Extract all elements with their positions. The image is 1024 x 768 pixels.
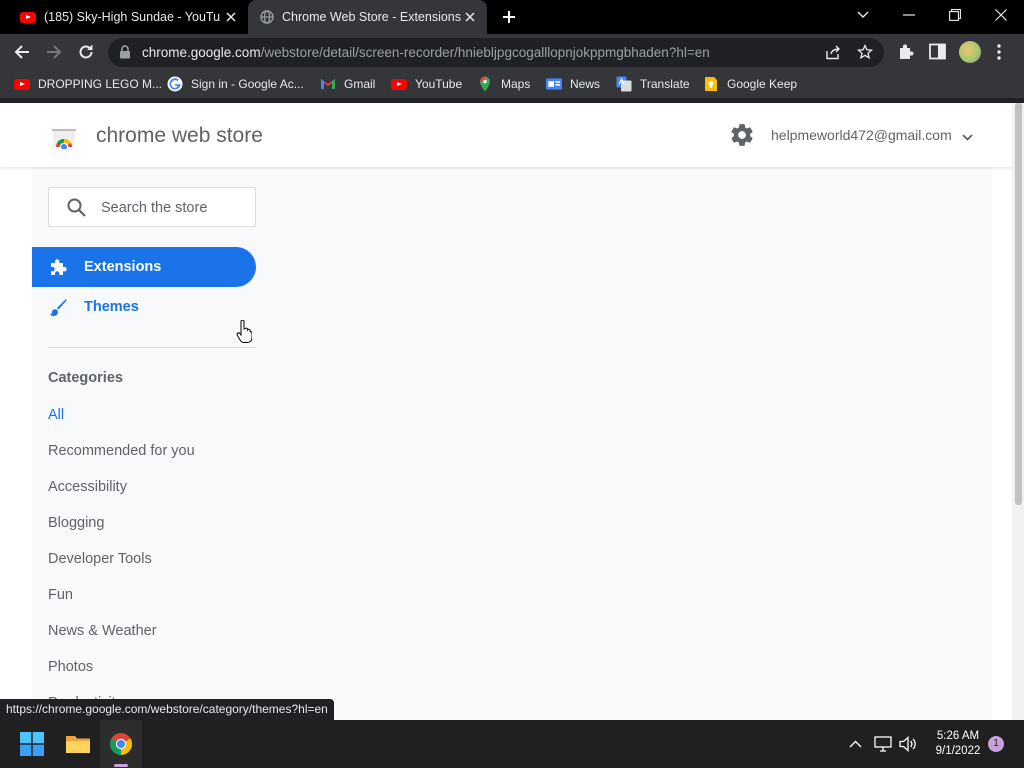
nav-extensions[interactable]: Extensions [32,247,256,287]
bookmark-google-signin[interactable]: Sign in - Google Ac... [167,70,304,98]
share-icon[interactable] [825,45,841,65]
bookmark-label: DROPPING LEGO M... [38,77,163,91]
tab-search-icon[interactable] [840,0,886,30]
notification-badge[interactable]: 1 [988,736,1004,752]
chevron-down-icon [962,128,973,144]
search-input[interactable] [101,198,251,218]
puzzle-icon [48,257,68,277]
tab-web-store[interactable]: Chrome Web Store - Extensions [248,0,487,34]
tab-strip: (185) Sky-High Sundae - YouTube Chrome W… [0,0,1024,34]
account-email: helpmeworld472@gmail.com [771,127,952,143]
scrollbar-thumb[interactable] [1015,103,1022,505]
nav-themes-label: Themes [84,299,139,315]
windows-start-icon[interactable] [12,720,52,768]
minimize-icon[interactable] [886,0,932,30]
back-icon[interactable] [12,42,32,62]
category-fun[interactable]: Fun [48,587,73,603]
file-explorer-icon[interactable] [58,720,98,768]
store-sidebar: Extensions Themes Categories All Recomme… [32,167,270,720]
address-bar[interactable]: chrome.google.com/webstore/detail/screen… [108,38,884,67]
windows-taskbar: 5:26 AM 9/1/2022 [0,720,1024,768]
youtube-icon [20,11,36,23]
youtube-icon [14,76,30,92]
bookmark-label: Maps [501,77,531,91]
show-hidden-icons-chevron-icon[interactable] [844,720,866,768]
bookmark-label: Sign in - Google Ac... [191,77,304,91]
search-box[interactable] [48,187,256,227]
tab-youtube[interactable]: (185) Sky-High Sundae - YouTube [8,0,248,34]
url-host: chrome.google.com [142,45,261,60]
clock-time: 5:26 AM [936,730,980,742]
bookmark-label: Google Keep [727,77,798,91]
bookmark-youtube[interactable]: YouTube [391,70,462,98]
close-tab-icon[interactable] [461,8,479,26]
news-icon [546,76,562,92]
nav-themes[interactable]: Themes [32,287,256,327]
category-blogging[interactable]: Blogging [48,515,104,531]
lock-icon[interactable] [119,45,131,64]
bookmarks-bar: DROPPING LEGO M... Sign in - Google Ac..… [0,70,1024,98]
translate-icon [616,76,632,92]
search-icon [67,198,86,222]
volume-icon[interactable] [897,720,919,768]
menu-dots-icon[interactable] [996,43,1002,66]
web-store-logo-icon[interactable] [50,123,78,154]
category-recommended[interactable]: Recommended for you [48,443,195,459]
restore-icon[interactable] [932,0,978,30]
tab-title: Chrome Web Store - Extensions [282,10,462,24]
network-icon[interactable] [872,720,894,768]
store-header: chrome web store helpmeworld472@gmail.co… [0,103,1012,167]
browser-toolbar: chrome.google.com/webstore/detail/screen… [0,34,1024,70]
category-photos[interactable]: Photos [48,659,93,675]
store-content-area [270,167,992,720]
active-app-indicator [114,764,128,767]
chrome-taskbar-icon[interactable] [100,720,142,768]
bookmark-label: Translate [640,77,690,91]
nav-extensions-label: Extensions [84,259,162,275]
bookmark-label: YouTube [415,77,463,91]
web-store-page: chrome web store helpmeworld472@gmail.co… [0,103,1012,720]
bookmark-dropping-lego[interactable]: DROPPING LEGO M... [14,70,162,98]
link-status-bubble: https://chrome.google.com/webstore/categ… [0,699,334,720]
system-clock[interactable]: 5:26 AM 9/1/2022 [928,729,988,759]
store-title[interactable]: chrome web store [96,124,263,148]
bookmark-translate[interactable]: Translate [616,70,690,98]
clock-date: 9/1/2022 [935,745,981,757]
categories-heading: Categories [48,370,123,386]
bookmark-star-icon[interactable] [856,43,874,65]
sidebar-divider [48,347,256,348]
extensions-puzzle-icon[interactable] [897,43,915,66]
bookmark-gmail[interactable]: Gmail [320,70,375,98]
close-tab-icon[interactable] [222,8,240,26]
maps-icon [477,76,493,92]
gmail-icon [320,76,336,92]
url-text[interactable]: chrome.google.com/webstore/detail/screen… [142,45,710,60]
reload-icon[interactable] [76,42,96,62]
hand-cursor-icon [236,319,253,349]
category-accessibility[interactable]: Accessibility [48,479,127,495]
bookmark-news[interactable]: News [546,70,600,98]
category-news-weather[interactable]: News & Weather [48,623,157,639]
keep-icon [703,76,719,92]
bookmark-google-keep[interactable]: Google Keep [703,70,797,98]
side-panel-icon[interactable] [929,43,946,65]
paintbrush-icon [48,297,68,317]
close-window-icon[interactable] [978,0,1024,30]
forward-icon[interactable] [44,42,64,62]
new-tab-icon[interactable] [499,8,519,26]
google-icon [167,76,183,92]
category-developer-tools[interactable]: Developer Tools [48,551,152,567]
bookmark-label: Gmail [344,77,376,91]
globe-icon [260,10,274,24]
category-all[interactable]: All [48,407,64,423]
account-menu[interactable]: helpmeworld472@gmail.com [771,127,973,144]
bookmark-maps[interactable]: Maps [477,70,530,98]
settings-gear-icon[interactable] [731,124,753,151]
bookmark-label: News [570,77,601,91]
youtube-icon [391,76,407,92]
avatar[interactable] [959,41,981,63]
page-scrollbar[interactable] [1012,103,1024,720]
url-path: /webstore/detail/screen-recorder/hnieblj… [260,45,710,60]
tab-title: (185) Sky-High Sundae - YouTube [44,10,220,24]
